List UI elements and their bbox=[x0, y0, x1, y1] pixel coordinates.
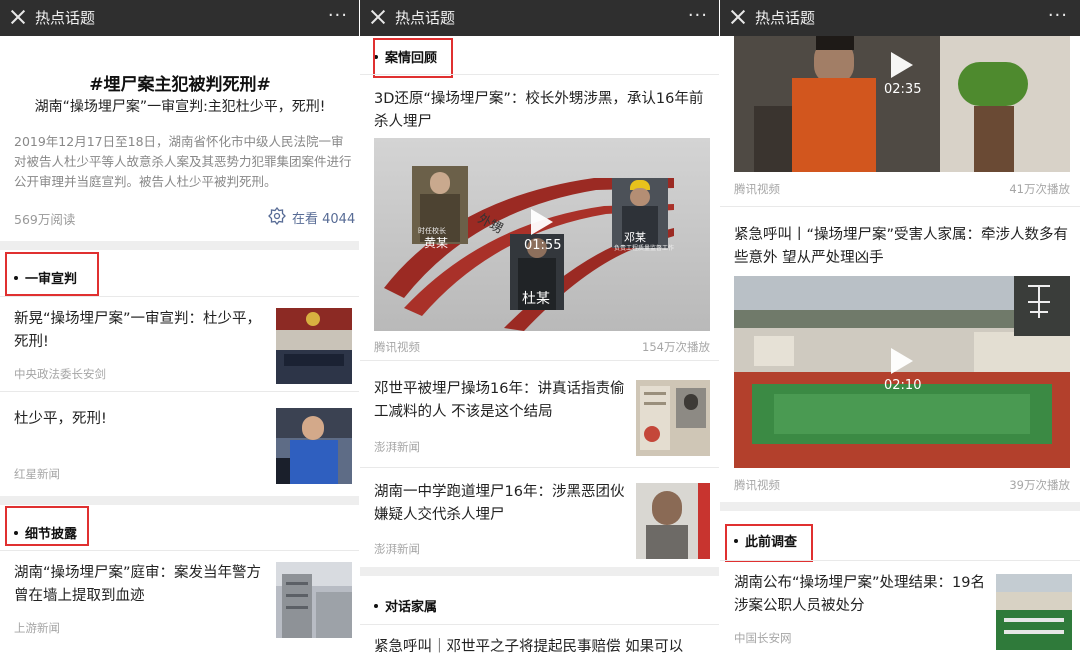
logo-icon bbox=[1028, 285, 1050, 318]
video-player-3d[interactable]: 外甥 时任校长 黄某 邓某 负责工程质量监督工作 杜某 01:55 bbox=[374, 138, 710, 331]
panel-hot-topic-3: 热点话题 ··· 02:35 腾讯视频 41万次播放 紧急呼叫丨“操场埋尸案”受… bbox=[720, 0, 1080, 660]
top-bar: 热点话题 ··· bbox=[720, 0, 1080, 36]
video-title[interactable]: 3D还原“操场埋尸案”：校长外甥涉黑，承认16年前杀人埋尸 bbox=[374, 88, 710, 134]
news-source: 中国长安网 bbox=[734, 631, 792, 645]
annotation-box bbox=[373, 38, 453, 78]
video-duration: 01:55 bbox=[524, 238, 562, 253]
news-title: 湖南一中学跑道埋尸16年：涉黑恶团伙嫌疑人交代杀人埋尸 bbox=[374, 484, 625, 523]
video-duration: 02:10 bbox=[884, 378, 922, 393]
news-source: 澎湃新闻 bbox=[374, 440, 420, 454]
video-player-interview[interactable]: 02:35 bbox=[734, 36, 1070, 172]
video-source: 腾讯视频 bbox=[734, 182, 780, 196]
close-icon[interactable] bbox=[370, 9, 386, 25]
figure-right-caption: 负责工程质量监督工作 bbox=[614, 245, 675, 252]
news-thumbnail bbox=[636, 380, 710, 456]
topic-intro: 2019年12月17日至18日，湖南省怀化市中级人民法院一审对被告人杜少平等人故… bbox=[14, 134, 352, 189]
panel-hot-topic-2: 热点话题 ··· 案情回顾 3D还原“操场埋尸案”：校长外甥涉黑，承认16年前杀… bbox=[360, 0, 720, 660]
divider bbox=[360, 74, 720, 75]
news-title: 新晃“操场埋尸案”一审宣判：杜少平，死刑! bbox=[14, 311, 262, 350]
annotation-box bbox=[5, 506, 89, 546]
panel-hot-topic-1: 热点话题 ··· #埋尸案主犯被判死刑# 湖南“操场埋尸案”一审宣判:主犯杜少平… bbox=[0, 0, 360, 660]
news-title: 杜少平，死刑! bbox=[14, 411, 107, 427]
figure-mid-label: 杜某 bbox=[522, 291, 550, 307]
page-title: 热点话题 bbox=[35, 9, 96, 27]
video-plays: 41万次播放 bbox=[1009, 182, 1070, 196]
separator bbox=[0, 496, 360, 505]
play-icon[interactable] bbox=[891, 52, 913, 78]
news-thumbnail bbox=[276, 308, 352, 384]
news-thumbnail bbox=[636, 483, 710, 559]
video-duration: 02:35 bbox=[884, 82, 922, 97]
more-icon[interactable]: ··· bbox=[328, 5, 348, 26]
page-title: 热点话题 bbox=[395, 9, 456, 27]
top-bar: 热点话题 ··· bbox=[360, 0, 720, 36]
figure-left-label: 黄某 bbox=[424, 236, 449, 250]
video-source: 腾讯视频 bbox=[374, 340, 420, 354]
news-source: 中央政法委长安剑 bbox=[14, 367, 106, 381]
more-icon[interactable]: ··· bbox=[1048, 5, 1068, 26]
watching-icon bbox=[268, 207, 286, 225]
news-title: 湖南“操场埋尸案”庭审：案发当年警方曾在墙上提取到血迹 bbox=[14, 565, 262, 604]
hashtag-title: #埋尸案主犯被判死刑# bbox=[89, 75, 271, 95]
video-source: 腾讯视频 bbox=[734, 478, 780, 492]
play-icon[interactable] bbox=[891, 348, 913, 374]
news-thumbnail bbox=[276, 562, 352, 638]
watching-label: 在看 4044 bbox=[292, 212, 356, 227]
news-title: 邓世平被埋尸操场16年：讲真话指责偷工减料的人 不该是这个结局 bbox=[374, 381, 625, 420]
close-icon[interactable] bbox=[730, 9, 746, 25]
divider bbox=[360, 624, 720, 625]
separator bbox=[0, 241, 360, 250]
video-plays: 39万次播放 bbox=[1009, 478, 1070, 492]
separator bbox=[720, 502, 1080, 511]
logo-watermark bbox=[1024, 282, 1054, 325]
page-title: 热点话题 bbox=[755, 9, 816, 27]
news-item-trial[interactable]: 湖南“操场埋尸案”庭审：案发当年警方曾在墙上提取到血迹 上游新闻 bbox=[0, 550, 360, 660]
video-title[interactable]: 紧急呼叫丨“操场埋尸案”受害人家属：牵涉人数多有些意外 望从严处理凶手 bbox=[734, 224, 1070, 270]
video-plays: 154万次播放 bbox=[642, 340, 710, 354]
news-item-results[interactable]: 湖南公布“操场埋尸案”处理结果：19名涉案公职人员被处分 中国长安网 bbox=[720, 560, 1080, 660]
read-count: 569万阅读 bbox=[14, 212, 76, 227]
news-source: 澎湃新闻 bbox=[374, 542, 420, 556]
divider bbox=[720, 206, 1080, 207]
bullet-dot bbox=[374, 604, 378, 608]
section-title-family: 对话家属 bbox=[374, 596, 437, 615]
news-item-runway[interactable]: 湖南一中学跑道埋尸16年：涉黑恶团伙嫌疑人交代杀人埋尸 澎湃新闻 bbox=[360, 467, 720, 565]
news-thumbnail bbox=[996, 574, 1072, 650]
play-icon[interactable] bbox=[531, 209, 553, 235]
section-title-text: 对话家属 bbox=[385, 600, 438, 615]
news-source: 上游新闻 bbox=[14, 621, 60, 635]
news-item-death-penalty[interactable]: 杜少平，死刑! 红星新闻 bbox=[0, 391, 360, 491]
close-icon[interactable] bbox=[10, 9, 26, 25]
news-title: 湖南公布“操场埋尸案”处理结果：19名涉案公职人员被处分 bbox=[734, 575, 985, 614]
top-bar: 热点话题 ··· bbox=[0, 0, 360, 36]
news-source: 红星新闻 bbox=[14, 467, 60, 481]
topic-subtitle: 湖南“操场埋尸案”一审宣判:主犯杜少平，死刑! bbox=[34, 99, 326, 115]
news-item-deng-shiping[interactable]: 邓世平被埋尸操场16年：讲真话指责偷工减料的人 不该是这个结局 澎湃新闻 bbox=[360, 360, 720, 467]
annotation-box bbox=[725, 524, 813, 562]
more-icon[interactable]: ··· bbox=[688, 5, 708, 26]
news-title[interactable]: 紧急呼叫｜邓世平之子将提起民事赔偿 如果可以 bbox=[374, 636, 714, 659]
annotation-box bbox=[5, 252, 99, 296]
news-thumbnail bbox=[276, 408, 352, 484]
separator bbox=[360, 567, 720, 576]
video-player-field[interactable]: 02:10 bbox=[734, 276, 1070, 468]
news-item-verdict[interactable]: 新晃“操场埋尸案”一审宣判：杜少平，死刑! 中央政法委长安剑 bbox=[0, 296, 360, 391]
